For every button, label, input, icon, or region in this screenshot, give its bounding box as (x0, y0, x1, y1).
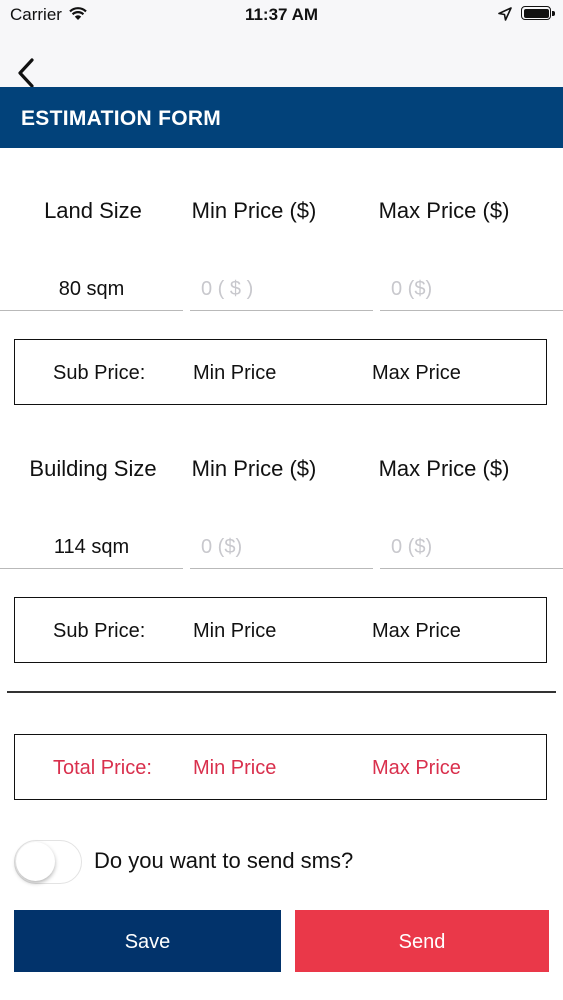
land-max-price-input[interactable]: 0 ($) (380, 270, 563, 311)
section-divider (7, 691, 556, 693)
land-size-label: Land Size (44, 198, 142, 223)
building-size-value: 114 sqm (53, 536, 130, 558)
total-min-price: Min Price (193, 757, 277, 779)
land-sub-price-box: Sub Price: Min Price Max Price (14, 339, 547, 405)
status-time: 11:37 AM (244, 5, 319, 24)
total-price-label: Total Price: (53, 757, 152, 779)
land-max-price-placeholder: 0 ($) (391, 278, 433, 300)
building-max-price-label: Max Price ($) (378, 456, 510, 481)
building-size-field[interactable]: 114 sqm (0, 528, 183, 569)
battery-icon (521, 6, 555, 20)
land-size-value: 80 sqm (58, 278, 125, 300)
building-max-price-placeholder: 0 ($) (391, 536, 433, 558)
building-min-price-placeholder: 0 ($) (201, 536, 243, 558)
toggle-knob (16, 842, 55, 881)
location-arrow-icon (498, 7, 512, 21)
navigation-bar (0, 30, 563, 90)
sms-toggle[interactable] (14, 840, 82, 884)
building-sub-max-price: Max Price (372, 620, 461, 642)
building-sub-price-box: Sub Price: Min Price Max Price (14, 597, 547, 663)
land-min-price-label: Min Price ($) (191, 198, 317, 223)
form-header: ESTIMATION FORM (0, 87, 563, 148)
building-min-price-label: Min Price ($) (191, 456, 317, 481)
land-min-price-input[interactable]: 0 ( $ ) (190, 270, 373, 311)
building-size-label: Building Size (29, 456, 157, 481)
total-max-price: Max Price (372, 757, 461, 779)
building-max-price-input[interactable]: 0 ($) (380, 528, 563, 569)
status-bar: Carrier 11:37 AM (0, 0, 563, 30)
page-title: ESTIMATION FORM (21, 107, 222, 130)
send-button[interactable]: Send (295, 910, 549, 972)
save-button[interactable]: Save (14, 910, 281, 972)
land-sub-min-price: Min Price (193, 362, 277, 384)
sms-toggle-label: Do you want to send sms? (94, 848, 354, 873)
land-max-price-label: Max Price ($) (378, 198, 510, 223)
land-size-field[interactable]: 80 sqm (0, 270, 183, 311)
building-sub-min-price: Min Price (193, 620, 277, 642)
land-min-price-placeholder: 0 ( $ ) (201, 278, 254, 300)
building-min-price-input[interactable]: 0 ($) (190, 528, 373, 569)
back-chevron-icon[interactable] (12, 56, 42, 90)
building-sub-price-label: Sub Price: (53, 620, 146, 642)
land-sub-price-label: Sub Price: (53, 362, 146, 384)
land-sub-max-price: Max Price (372, 362, 461, 384)
total-price-box: Total Price: Min Price Max Price (14, 734, 547, 800)
